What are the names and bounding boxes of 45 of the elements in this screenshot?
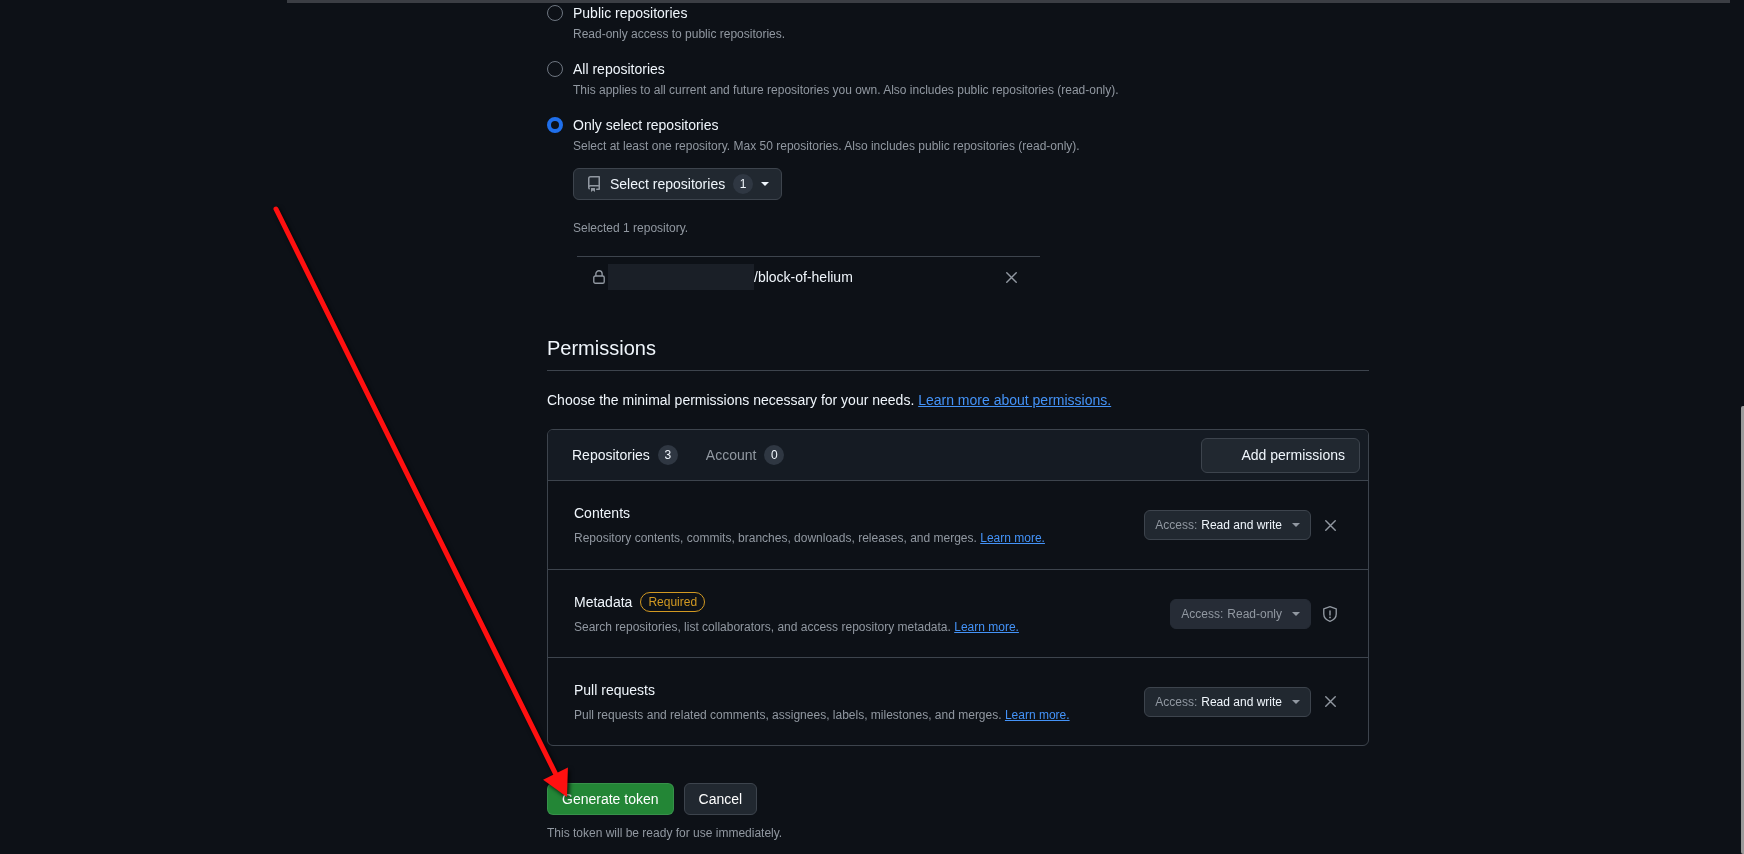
permission-description: Search repositories, list collaborators, and access repository metadata. Learn more.: [574, 618, 1020, 636]
radio-button[interactable]: [547, 117, 563, 133]
lock-icon: [593, 270, 605, 284]
learn-more-link[interactable]: Learn more about permissions.: [918, 392, 1112, 408]
option-description: Select at least one repository. Max 50 repositories. Also includes public repositories (read-only).: [573, 138, 1081, 155]
select-repositories-button[interactable]: Select repositories 1: [573, 168, 783, 200]
primary-button[interactable]: Generate token: [547, 783, 674, 815]
radio-button[interactable]: [547, 5, 563, 21]
selection-summary: Selected 1 repository.: [573, 220, 690, 237]
secondary-button[interactable]: Cancel: [683, 783, 758, 815]
option-label: Only select repositories: [573, 116, 720, 135]
scrollbar-thumb[interactable]: [1741, 406, 1744, 854]
tab[interactable]: Repositories 3: [564, 439, 686, 471]
close-icon: [1005, 271, 1017, 283]
permission-name: Contents: [574, 504, 631, 523]
counter-badge: 0: [764, 445, 785, 465]
option-label: All repositories: [573, 60, 666, 79]
close-icon: [1324, 519, 1336, 531]
radio-button[interactable]: [547, 61, 563, 77]
tab[interactable]: Account 0: [697, 439, 793, 471]
permission-name: Metadata: [574, 592, 633, 612]
caret-icon: [1292, 699, 1300, 704]
access-dropdown[interactable]: Access: Read and write: [1144, 686, 1311, 717]
add-permissions-button[interactable]: Add permissions: [1200, 437, 1360, 473]
counter-badge: 1: [733, 174, 754, 194]
help-note: This token will be ready for use immediately.: [547, 825, 784, 842]
permission-description: Repository contents, commits, branches, downloads, releases, and merges. Learn more.: [574, 530, 1046, 547]
option-label: Public repositories: [573, 4, 689, 23]
close-icon: [1324, 696, 1336, 707]
permission-description: Pull requests and related comments, assignees, labels, milestones, and merges. Learn more.: [574, 706, 1071, 724]
caret-icon: [761, 182, 770, 186]
counter-badge: 3: [657, 445, 678, 465]
intro-text: Choose the minimal permissions necessary for your needs. Learn more about permissions.: [547, 391, 1113, 410]
repository-name: /block-of-helium: [754, 268, 854, 287]
book-icon: [586, 176, 602, 192]
section-heading: Permissions: [547, 334, 1369, 371]
caret-icon: [1292, 523, 1300, 527]
learn-more-link[interactable]: Learn more.: [980, 531, 1045, 545]
option-description: This applies to all current and future repositories you own. Also includes public repositories (read-only).: [573, 82, 1120, 99]
option-description: Read-only access to public repositories.: [573, 26, 787, 43]
access-dropdown[interactable]: Access: Read and write: [1144, 510, 1311, 540]
shield-alert-icon: [1323, 605, 1337, 622]
learn-more-link[interactable]: Learn more.: [1004, 707, 1070, 722]
caret-icon: [1292, 611, 1300, 616]
permission-name: Pull requests: [574, 680, 655, 700]
